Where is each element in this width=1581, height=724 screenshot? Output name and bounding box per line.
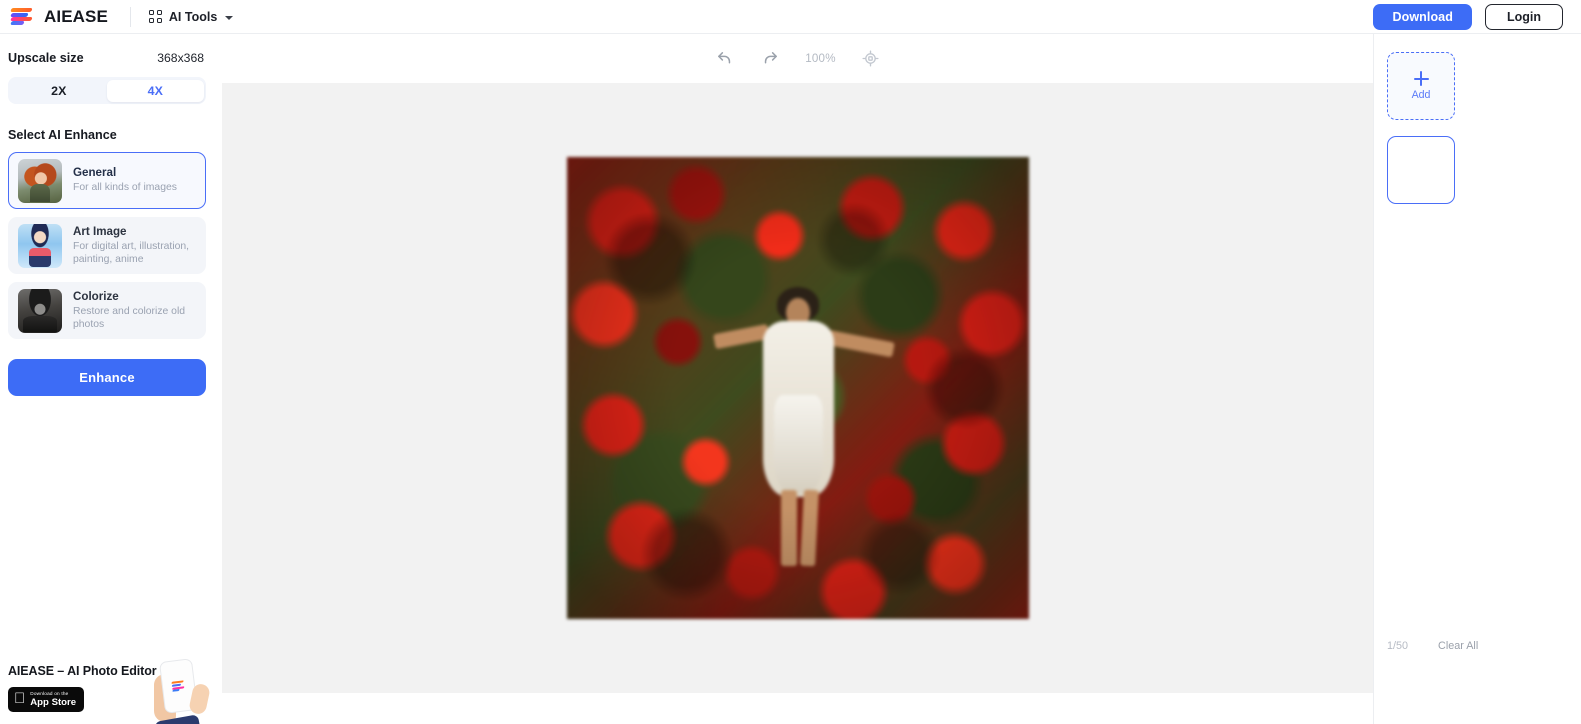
header-divider: [129, 6, 131, 27]
app-store-badge[interactable]:  Download on the App Store: [8, 687, 84, 712]
enhance-button[interactable]: Enhance: [8, 359, 206, 396]
anime-art-thumbnail: [18, 223, 62, 268]
enhance-option-description: For digital art, illustration, painting,…: [73, 240, 190, 265]
add-image-label: Add: [1411, 89, 1431, 101]
ai-tools-menu[interactable]: AI Tools: [148, 9, 234, 24]
app-store-small-label: Download on the: [19, 690, 68, 696]
enhance-option-description: Restore and colorize old photos: [73, 305, 186, 330]
add-image-button[interactable]: Add: [1387, 52, 1455, 120]
thumbnail-item-1[interactable]: [1387, 136, 1455, 204]
clear-all-button[interactable]: Clear All: [1438, 640, 1478, 652]
upscale-size-value: 368x368: [157, 51, 204, 65]
upscale-size-label: Upscale size: [8, 51, 84, 65]
enhance-option-colorize[interactable]: Colorize Restore and colorize old photos: [8, 282, 206, 339]
enhance-option-title: General: [73, 166, 117, 180]
left-sidebar: Upscale size 368x368 2X 4X Select AI Enh…: [0, 34, 222, 724]
download-button[interactable]: Download: [1373, 3, 1472, 30]
enhance-option-general[interactable]: General For all kinds of images: [8, 152, 206, 209]
brand-logo[interactable]: AIEASE: [0, 7, 108, 27]
login-button[interactable]: Login: [1484, 3, 1563, 30]
hand-holding-phone-illustration: [154, 658, 211, 724]
upscale-option-2x[interactable]: 2X: [11, 80, 108, 102]
redo-arrow-icon[interactable]: [758, 46, 784, 72]
canvas-area: 100%: [222, 34, 1373, 724]
select-ai-enhance-title: Select AI Enhance: [8, 128, 117, 142]
enhance-option-description: For all kinds of images: [73, 182, 177, 194]
enhance-option-art-image[interactable]: Art Image For digital art, illustration,…: [8, 217, 206, 274]
right-thumbnail-panel: Add 1/50 Clear All: [1373, 34, 1581, 724]
app-root: AIEASE AI Tools Download Login Upscale s…: [0, 0, 1581, 724]
plus-icon: [1413, 71, 1429, 86]
old-man-bw-thumbnail: [18, 288, 62, 333]
enhance-option-text: Art Image For digital art, illustration,…: [73, 225, 196, 266]
enhance-option-text: General For all kinds of images: [73, 166, 177, 195]
aiease-logo-icon: [10, 8, 35, 25]
grid-icon: [148, 10, 162, 23]
top-navigation-bar: AIEASE AI Tools Download Login: [0, 0, 1581, 34]
upscale-option-4x[interactable]: 4X: [107, 79, 204, 102]
zoom-level-value[interactable]: 100%: [804, 52, 838, 65]
apple-logo-icon: : [14, 691, 25, 706]
upscale-size-row: Upscale size 368x368: [8, 51, 206, 65]
enhance-option-title: Colorize: [73, 289, 119, 303]
app-promo-banner[interactable]: AIEASE – AI Photo Editor  Download on t…: [0, 654, 222, 724]
canvas-toolbar: 100%: [222, 34, 1373, 83]
app-store-text: Download on the App Store: [19, 690, 76, 708]
enhance-option-text: Colorize Restore and colorize old photos: [73, 290, 196, 331]
main-image-preview[interactable]: [566, 157, 1029, 619]
header-actions: Download Login: [1373, 3, 1581, 30]
ai-enhance-option-list: General For all kinds of images Art Imag…: [8, 152, 206, 339]
ai-tools-label: AI Tools: [168, 9, 218, 24]
image-count-label: 1/50: [1387, 640, 1409, 652]
chevron-down-icon: [225, 15, 234, 20]
brand-name: AIEASE: [44, 6, 108, 26]
crosshair-target-icon[interactable]: [858, 46, 884, 72]
upscale-factor-toggle: 2X 4X: [8, 77, 206, 104]
thumbnail-panel-footer: 1/50 Clear All: [1374, 640, 1581, 652]
app-store-big-label: App Store: [19, 696, 76, 708]
enhance-option-title: Art Image: [73, 224, 127, 238]
undo-arrow-icon[interactable]: [712, 46, 738, 72]
portrait-redhead-thumbnail: [18, 158, 62, 203]
image-canvas[interactable]: [222, 83, 1373, 693]
